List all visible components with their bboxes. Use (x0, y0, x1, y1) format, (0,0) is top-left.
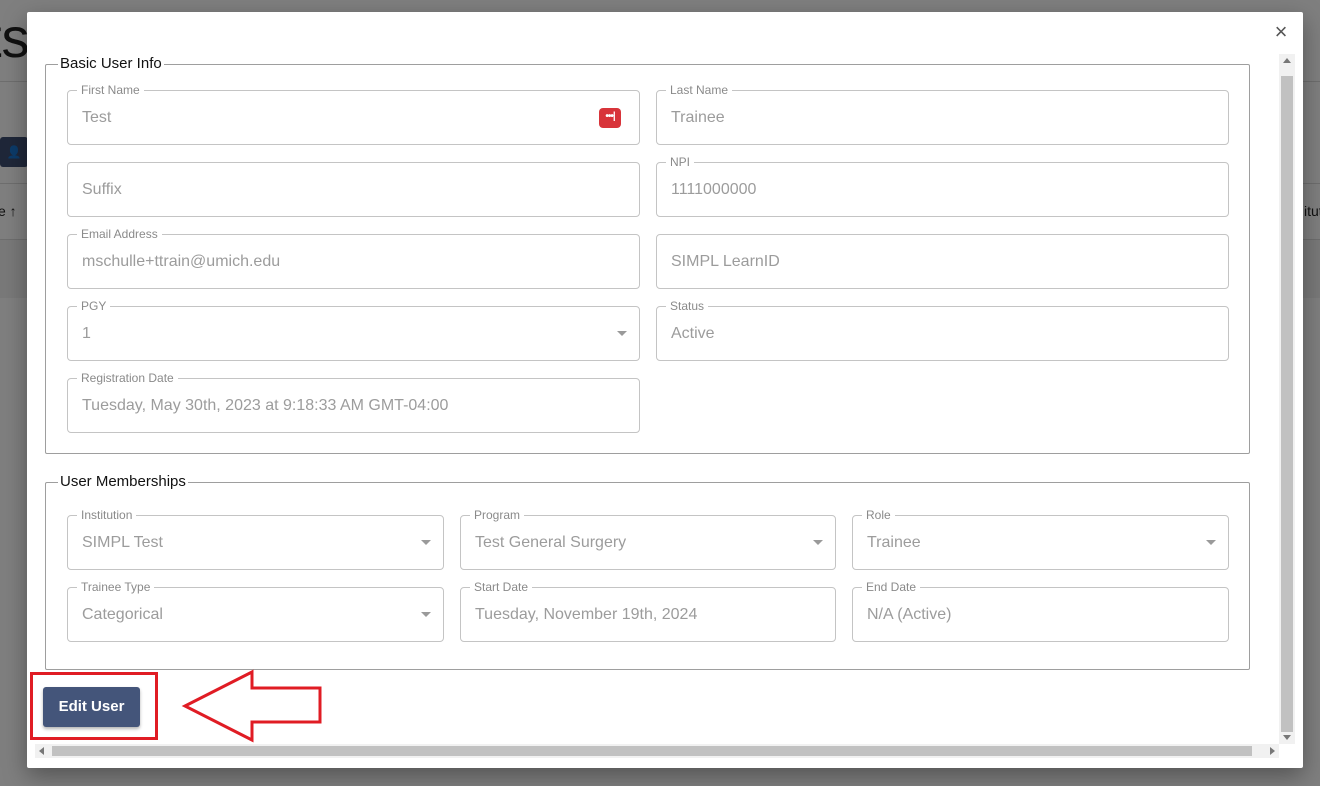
password-manager-icon[interactable]: •••| (599, 108, 621, 128)
field-placeholder: Suffix (82, 181, 122, 198)
role-select[interactable]: Role Trainee (852, 508, 1229, 570)
suffix-field[interactable]: Suffix (67, 162, 640, 217)
pgy-select[interactable]: PGY 1 (67, 299, 640, 361)
field-value: N/A (Active) (867, 606, 952, 623)
field-value: 1 (82, 325, 91, 342)
section-title: User Memberships (58, 473, 188, 490)
end-date-field[interactable]: End Date N/A (Active) (852, 580, 1229, 642)
annotation-arrow-icon (181, 669, 322, 743)
chevron-down-icon (421, 540, 431, 545)
field-value: Trainee (671, 109, 725, 126)
scroll-right-icon[interactable] (1270, 747, 1275, 755)
learn-id-field[interactable]: SIMPL LearnID (656, 234, 1229, 289)
npi-field[interactable]: NPI 1111000000 (656, 155, 1229, 217)
horizontal-scrollbar[interactable] (35, 744, 1279, 758)
field-value: Active (671, 325, 715, 342)
institution-select[interactable]: Institution SIMPL Test (67, 508, 444, 570)
program-select[interactable]: Program Test General Surgery (460, 508, 836, 570)
scroll-up-icon[interactable] (1283, 58, 1291, 63)
field-value: Test General Surgery (475, 534, 627, 551)
email-field[interactable]: Email Address mschulle+ttrain@umich.edu (67, 227, 640, 289)
last-name-field[interactable]: Last Name Trainee (656, 83, 1229, 145)
section-title: Basic User Info (58, 55, 164, 72)
field-value: Tuesday, May 30th, 2023 at 9:18:33 AM GM… (82, 397, 449, 414)
field-value: mschulle+ttrain@umich.edu (82, 253, 281, 270)
field-value: Categorical (82, 606, 163, 623)
field-value: Trainee (867, 534, 921, 551)
user-details-modal: × Basic User Info First Name Test •••| L… (27, 12, 1303, 768)
field-value: 1111000000 (671, 181, 757, 198)
scroll-down-icon[interactable] (1283, 735, 1291, 740)
vertical-scrollbar[interactable] (1279, 54, 1295, 744)
field-value: SIMPL Test (82, 534, 163, 551)
chevron-down-icon (617, 331, 627, 336)
field-value: Test (82, 109, 112, 126)
status-field[interactable]: Status Active (656, 299, 1229, 361)
scrollbar-thumb[interactable] (1281, 76, 1293, 732)
close-icon[interactable]: × (1269, 20, 1293, 44)
chevron-down-icon (421, 612, 431, 617)
chevron-down-icon (1206, 540, 1216, 545)
first-name-field[interactable]: First Name Test •••| (67, 83, 640, 145)
field-value: Tuesday, November 19th, 2024 (475, 606, 698, 623)
chevron-down-icon (813, 540, 823, 545)
registration-date-field[interactable]: Registration Date Tuesday, May 30th, 202… (67, 371, 640, 433)
scroll-left-icon[interactable] (39, 747, 44, 755)
field-placeholder: SIMPL LearnID (671, 253, 780, 270)
scrollbar-thumb[interactable] (52, 746, 1252, 756)
start-date-field[interactable]: Start Date Tuesday, November 19th, 2024 (460, 580, 836, 642)
trainee-type-select[interactable]: Trainee Type Categorical (67, 580, 444, 642)
annotation-highlight-box (30, 672, 158, 740)
